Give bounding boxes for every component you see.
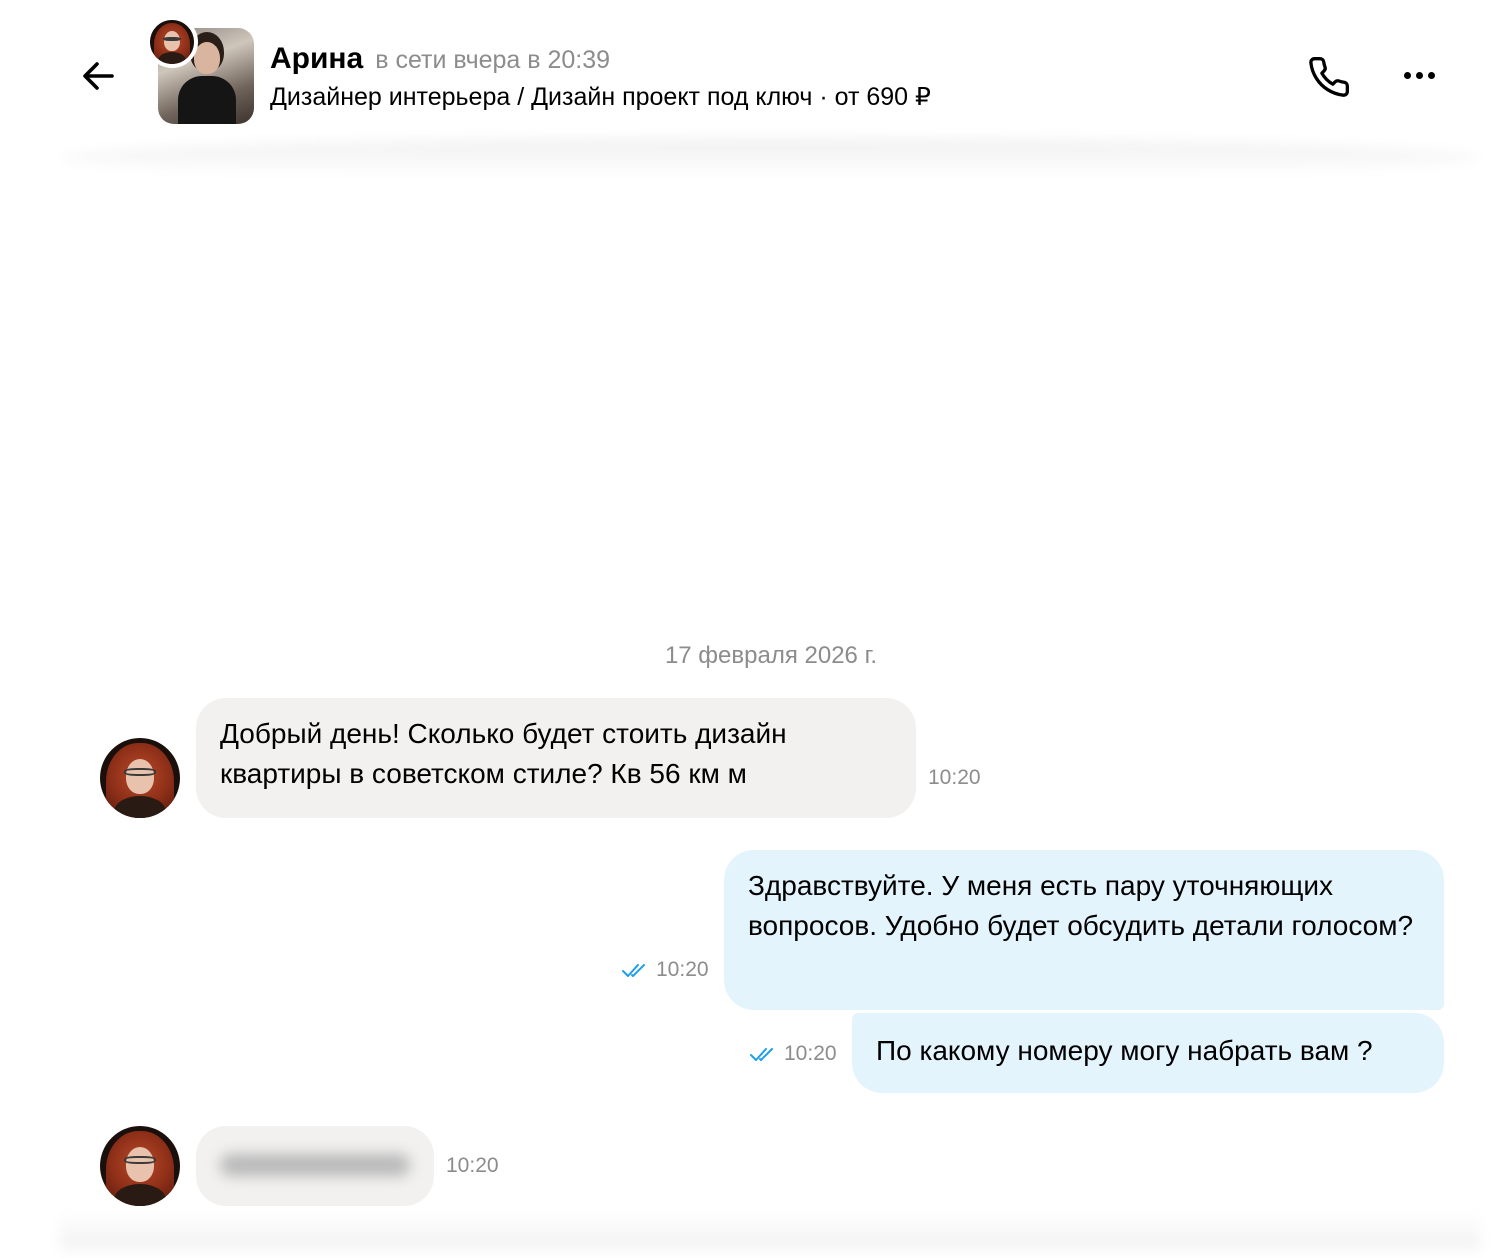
contact-name[interactable]: Арина <box>270 42 363 76</box>
arrow-left-icon <box>83 62 114 90</box>
message-bubble-incoming-blurred[interactable] <box>196 1126 434 1206</box>
back-button[interactable] <box>74 52 122 100</box>
more-dots-icon <box>1403 71 1435 79</box>
more-button[interactable] <box>1394 52 1444 98</box>
double-check-icon <box>622 964 645 977</box>
message-bubble-outgoing[interactable]: По какому номеру могу набрать вам ? <box>852 1013 1444 1093</box>
contact-avatar[interactable] <box>100 738 180 818</box>
chat-header: Арина в сети вчера в 20:39 Дизайнер инте… <box>0 0 1511 140</box>
message-bubble-outgoing[interactable]: Здравствуйте. У меня есть пару уточняющи… <box>724 850 1444 1010</box>
message-text: Здравствуйте. У меня есть пару уточняющи… <box>748 870 1414 941</box>
message-bubble-incoming[interactable]: Добрый день! Сколько будет стоить дизайн… <box>196 698 916 818</box>
message-time: 10:20 <box>928 766 981 789</box>
phone-icon <box>1309 57 1349 97</box>
composer-shadow <box>60 1210 1480 1250</box>
message-time: 10:20 <box>784 1042 837 1065</box>
contact-name-row: Арина в сети вчера в 20:39 <box>270 42 610 82</box>
contact-avatar[interactable] <box>100 1126 180 1206</box>
date-separator: 17 февраля 2026 г. <box>664 642 878 669</box>
double-check-icon <box>750 1048 773 1061</box>
message-text: По какому номеру могу набрать вам ? <box>876 1035 1373 1066</box>
listing-title[interactable]: Дизайнер интерьера / Дизайн проект под к… <box>270 82 931 112</box>
message-time: 10:20 <box>446 1154 499 1177</box>
contact-avatar-small[interactable] <box>146 16 198 68</box>
header-shadow <box>60 138 1480 178</box>
contact-status: в сети вчера в 20:39 <box>375 46 611 74</box>
message-time: 10:20 <box>656 958 709 981</box>
blurred-message-content <box>220 1154 410 1176</box>
call-button[interactable] <box>1304 52 1354 102</box>
message-text: Добрый день! Сколько будет стоить дизайн… <box>220 718 787 789</box>
